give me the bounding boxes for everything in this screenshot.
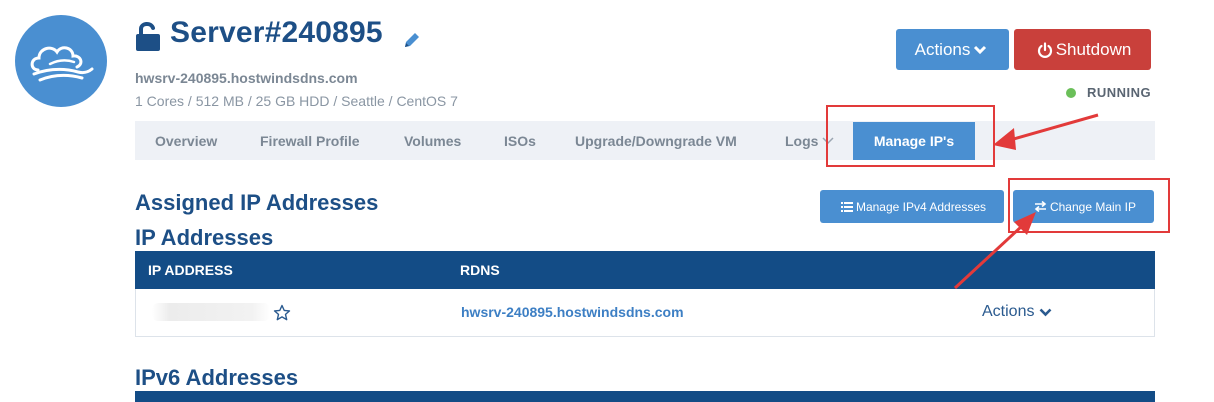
- server-hostname: hwsrv-240895.hostwindsdns.com: [135, 70, 358, 86]
- pencil-icon[interactable]: [402, 30, 422, 50]
- change-main-ip-label: Change Main IP: [1049, 199, 1137, 214]
- ip-address-redacted: [152, 303, 270, 321]
- cloud-wind-icon: [30, 46, 94, 82]
- server-title: Server#240895: [170, 16, 383, 49]
- status-indicator: [1066, 87, 1076, 98]
- tab-overview[interactable]: Overview: [155, 121, 217, 160]
- row-actions-dropdown[interactable]: Actions: [982, 303, 1052, 321]
- assigned-ip-heading: Assigned IP Addresses: [135, 190, 379, 215]
- tab-logs[interactable]: Logs: [785, 121, 834, 160]
- chevron-down-icon: [1040, 308, 1052, 316]
- server-specs: 1 Cores / 512 MB / 25 GB HDD / Seattle /…: [135, 93, 458, 109]
- tab-upgrade-downgrade-vm[interactable]: Upgrade/Downgrade VM: [575, 121, 737, 160]
- tab-firewall-profile[interactable]: Firewall Profile: [260, 121, 360, 160]
- swap-arrows-icon: [1034, 201, 1047, 212]
- tab-manage-ips[interactable]: Manage IP's: [853, 122, 975, 160]
- star-outline-icon[interactable]: [273, 304, 291, 322]
- actions-dropdown-button[interactable]: Actions: [896, 29, 1009, 70]
- ip-addresses-heading: IP Addresses: [135, 225, 274, 250]
- shutdown-button[interactable]: Shutdown: [1014, 29, 1151, 70]
- power-icon: [1037, 41, 1052, 58]
- manage-ipv4-label: Manage IPv4 Addresses: [855, 199, 987, 214]
- chevron-down-icon: [974, 45, 987, 54]
- row-actions-label: Actions: [982, 303, 1035, 320]
- chevron-down-icon: [822, 136, 834, 144]
- tab-isos[interactable]: ISOs: [504, 121, 536, 160]
- actions-button-label: Actions: [914, 39, 971, 59]
- server-tabs: Overview Firewall Profile Volumes ISOs U…: [135, 121, 1155, 160]
- server-status: RUNNING: [1066, 85, 1151, 100]
- change-main-ip-button[interactable]: Change Main IP: [1013, 190, 1154, 223]
- column-header-rdns: RDNS: [460, 262, 500, 278]
- ipv6-addresses-heading: IPv6 Addresses: [135, 365, 299, 390]
- ipv6-table-header: [135, 391, 1155, 402]
- unlock-icon[interactable]: [135, 20, 161, 52]
- list-icon: [840, 201, 853, 212]
- ip-table-header: IP ADDRESS RDNS: [135, 251, 1155, 289]
- company-logo: [15, 15, 107, 107]
- status-text: RUNNING: [1087, 85, 1152, 100]
- tab-volumes[interactable]: Volumes: [404, 121, 461, 160]
- column-header-ip-address: IP ADDRESS: [148, 262, 233, 278]
- shutdown-button-label: Shutdown: [1055, 39, 1132, 59]
- rdns-link[interactable]: hwsrv-240895.hostwindsdns.com: [461, 304, 684, 320]
- table-row: hwsrv-240895.hostwindsdns.com Actions: [135, 289, 1155, 337]
- tab-logs-label: Logs: [785, 132, 819, 149]
- manage-ipv4-button[interactable]: Manage IPv4 Addresses: [820, 190, 1004, 223]
